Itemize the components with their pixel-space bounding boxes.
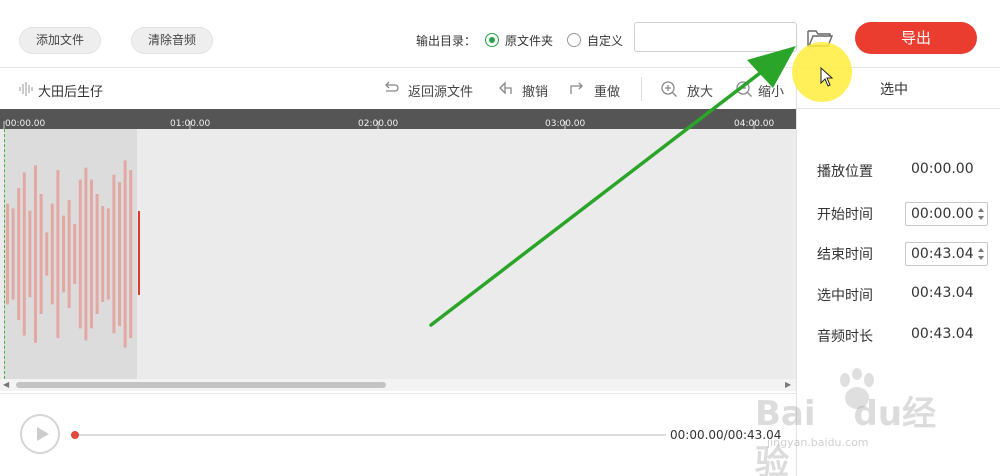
- timeline-scrollbar[interactable]: ◀ ▶: [0, 379, 796, 391]
- output-path-input[interactable]: [634, 22, 797, 52]
- start-time-stepper[interactable]: 00:00.00: [905, 202, 988, 226]
- zoom-out-button[interactable]: 缩小: [758, 81, 784, 100]
- start-time-label: 开始时间: [817, 207, 873, 223]
- waveform-bar: [106, 208, 110, 300]
- back-arrow-icon[interactable]: [382, 80, 400, 98]
- selected-duration-value: 00:43.04: [911, 285, 974, 301]
- selected-duration-label: 选中时间: [817, 288, 873, 304]
- waveform-bar: [84, 167, 88, 341]
- scroll-left-icon[interactable]: ◀: [3, 380, 9, 389]
- zoom-in-icon[interactable]: [660, 80, 678, 98]
- waveform-bar: [50, 203, 54, 305]
- revert-button[interactable]: 返回源文件: [408, 81, 473, 100]
- radio-custom-folder-label[interactable]: 自定义: [587, 32, 623, 49]
- end-time-value[interactable]: 00:43.04: [911, 246, 974, 262]
- waveform-bar: [11, 208, 15, 300]
- start-time-value[interactable]: 00:00.00: [911, 206, 974, 222]
- undo-button[interactable]: 撤销: [522, 81, 548, 100]
- watermark-url: jingyan.baidu.com: [767, 436, 869, 449]
- stepper-arrows-icon[interactable]: [976, 244, 986, 264]
- waveform-bar: [129, 170, 133, 338]
- waveform-bar: [112, 174, 116, 334]
- playback-divider: [0, 393, 796, 394]
- play-position-value: 00:00.00: [911, 161, 974, 177]
- audio-length-label: 音频时长: [817, 329, 873, 345]
- mouse-cursor-icon: [820, 67, 834, 87]
- waveform-bar: [101, 206, 105, 302]
- waveform-bar: [6, 203, 9, 305]
- redo-button[interactable]: 重做: [594, 81, 620, 100]
- output-dir-label: 输出目录：: [416, 34, 477, 48]
- radio-original-folder[interactable]: [485, 33, 499, 47]
- waveform: [6, 160, 133, 348]
- ruler-tick-label: 04:00.00: [734, 119, 775, 129]
- zoom-in-button[interactable]: 放大: [687, 81, 713, 100]
- waveform-bar: [67, 200, 71, 308]
- waveform-bar: [22, 172, 26, 336]
- waveform-bar: [56, 170, 60, 338]
- export-button[interactable]: 导出: [855, 22, 977, 54]
- waveform-bar: [90, 179, 93, 329]
- ruler-tick-label: 02:00.00: [358, 119, 399, 129]
- waveform-bar: [45, 232, 49, 276]
- waveform-canvas[interactable]: [0, 129, 796, 379]
- toolbar-divider: [641, 77, 642, 101]
- playback-progress-knob[interactable]: [71, 431, 79, 439]
- panel-header-divider: [797, 108, 1000, 109]
- time-ruler[interactable]: 00:00.00 01:00.00 02:00.00 03:00.00 04:0…: [0, 109, 796, 129]
- clear-audio-button[interactable]: 清除音频: [131, 27, 213, 54]
- top-toolbar: 添加文件 清除音频 输出目录： 原文件夹 自定义 导出: [0, 0, 1000, 68]
- waveform-bar: [78, 179, 82, 329]
- selection-panel-title: 选中: [880, 82, 908, 98]
- waveform-bar: [118, 182, 121, 326]
- selection-start-handle[interactable]: [4, 129, 5, 379]
- add-file-button[interactable]: 添加文件: [19, 27, 101, 54]
- watermark-brand: Bai du经验: [755, 394, 937, 476]
- waveform-bar: [34, 165, 37, 343]
- waveform-bar: [73, 224, 77, 284]
- waveform-bar: [123, 160, 127, 348]
- play-icon[interactable]: [20, 414, 60, 454]
- end-time-label: 结束时间: [817, 247, 873, 263]
- zoom-out-icon[interactable]: [735, 80, 753, 98]
- waveform-icon: [19, 82, 33, 96]
- waveform-bar: [95, 194, 99, 314]
- track-name: 大田后生仔: [38, 85, 104, 100]
- radio-custom-folder[interactable]: [567, 33, 581, 47]
- audio-length-value: 00:43.04: [911, 326, 974, 342]
- stepper-arrows-icon[interactable]: [976, 204, 986, 224]
- waveform-bar: [62, 215, 65, 293]
- play-position-label: 播放位置: [817, 164, 873, 180]
- baidu-watermark: Bai du经验 jingyan.baidu.com: [755, 368, 955, 476]
- edit-toolbar: 大田后生仔 返回源文件 撤销 重做 放大 缩小: [0, 69, 796, 109]
- undo-icon[interactable]: [497, 80, 515, 98]
- scrollbar-thumb[interactable]: [16, 382, 386, 388]
- waveform-bar: [28, 210, 32, 298]
- end-time-stepper[interactable]: 00:43.04: [905, 242, 988, 266]
- ruler-tick-label: 03:00.00: [545, 119, 586, 129]
- ruler-tick-label: 01:00.00: [170, 119, 211, 129]
- redo-icon[interactable]: [568, 80, 586, 98]
- radio-original-folder-label[interactable]: 原文件夹: [505, 32, 553, 49]
- waveform-bar: [17, 188, 21, 320]
- playback-progress-track[interactable]: [76, 434, 666, 436]
- waveform-bar: [39, 194, 43, 314]
- selection-end-handle[interactable]: [138, 211, 140, 295]
- ruler-tick-label: 00:00.00: [5, 119, 46, 129]
